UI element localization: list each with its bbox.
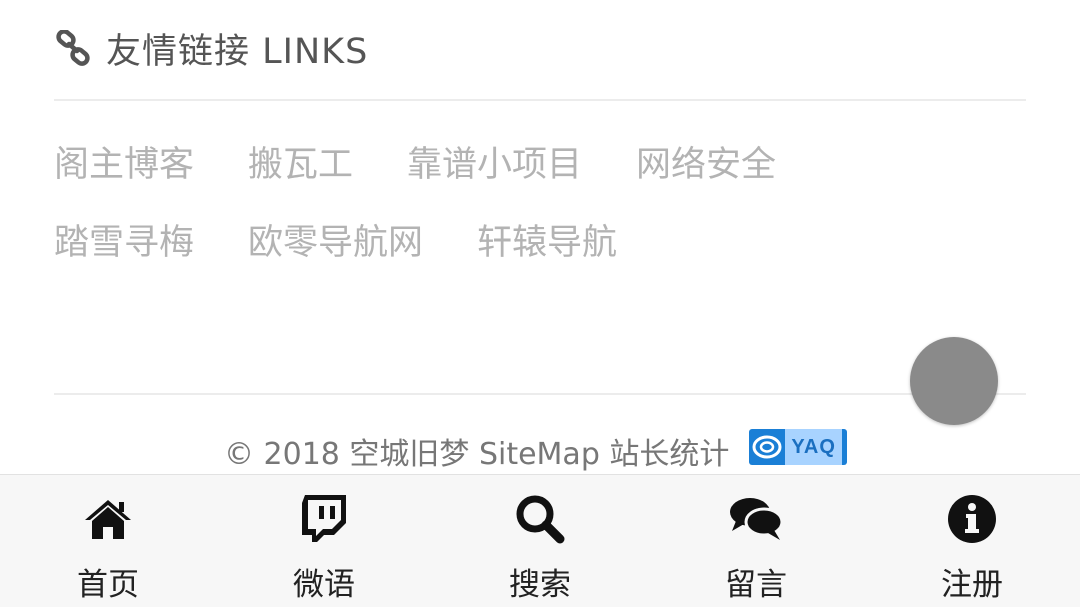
nav-messages[interactable]: 留言: [648, 475, 864, 607]
info-icon: [942, 491, 1002, 547]
yaq-badge-text: YAQ: [785, 429, 842, 465]
links-section-header: 友情链接 LINKS: [54, 22, 368, 74]
friend-link[interactable]: 轩辕导航: [477, 214, 617, 265]
home-icon: [78, 491, 138, 547]
nav-weiyu[interactable]: 微语: [216, 475, 432, 607]
nav-register-label: 注册: [941, 567, 1003, 603]
friend-link[interactable]: 欧零导航网: [248, 214, 423, 265]
twitch-icon: [294, 491, 354, 547]
floating-action-button[interactable]: [910, 337, 998, 425]
copyright-text: © 2018 空城旧梦 SiteMap 站长统计: [224, 437, 730, 472]
friend-link[interactable]: 网络安全: [636, 136, 776, 187]
nav-search[interactable]: 搜索: [432, 475, 648, 607]
nav-search-label: 搜索: [509, 567, 571, 603]
nav-weiyu-label: 微语: [293, 567, 355, 603]
nav-register[interactable]: 注册: [864, 475, 1080, 607]
nav-home-label: 首页: [77, 567, 139, 603]
bottom-navigation: 首页 微语 搜索 留言 注册: [0, 474, 1080, 607]
link-icon: [54, 29, 92, 67]
friend-link[interactable]: 靠谱小项目: [407, 136, 582, 187]
friend-link[interactable]: 阁主博客: [54, 136, 194, 187]
page: 友情链接 LINKS 阁主博客 搬瓦工 靠谱小项目 网络安全 踏雪寻梅 欧零导航…: [0, 0, 1080, 607]
friend-link[interactable]: 搬瓦工: [248, 136, 353, 187]
links-section-title: 友情链接 LINKS: [106, 31, 369, 72]
cloud-shield-icon: [749, 429, 785, 465]
footer-copyright-line: © 2018 空城旧梦 SiteMap 站长统计 YAQ: [224, 428, 848, 474]
friend-links-row-1: 阁主博客 搬瓦工 靠谱小项目 网络安全: [54, 136, 776, 187]
comments-icon: [726, 491, 786, 547]
nav-home[interactable]: 首页: [0, 475, 216, 607]
search-icon: [510, 491, 570, 547]
footer-divider: [54, 393, 1026, 395]
yaq-badge[interactable]: YAQ: [749, 429, 848, 465]
friend-link[interactable]: 踏雪寻梅: [54, 214, 194, 265]
friend-links-row-2: 踏雪寻梅 欧零导航网 轩辕导航: [54, 214, 617, 265]
nav-messages-label: 留言: [725, 567, 787, 603]
links-divider: [54, 99, 1026, 101]
